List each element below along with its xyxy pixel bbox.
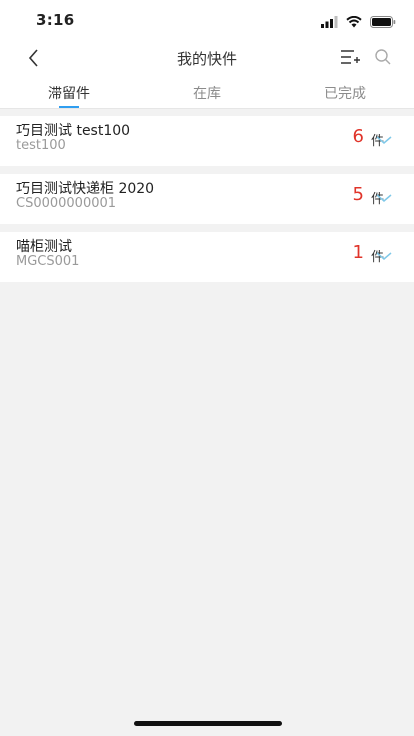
locker-name: 巧目测试快递柜 2020 (16, 181, 155, 197)
tab-completed[interactable]: 已完成 (276, 83, 414, 103)
list-item[interactable]: 喵柜测试 MGCS001 1 件 (0, 232, 414, 282)
active-tab-indicator (59, 106, 79, 108)
tab-stranded[interactable]: 滞留件 (0, 83, 138, 103)
tab-bar: 滞留件 在库 已完成 (0, 76, 414, 109)
chevron-down-icon[interactable] (376, 246, 392, 265)
parcel-count: 5 (352, 184, 364, 205)
locker-name: 喵柜测试 (16, 239, 72, 255)
signal-icon (321, 13, 338, 32)
status-time: 3:16 (36, 11, 75, 29)
locker-code: test100 (16, 138, 66, 153)
nav-actions (340, 48, 392, 70)
status-icons (321, 13, 396, 32)
locker-code: CS0000000001 (16, 196, 117, 211)
locker-code: MGCS001 (16, 254, 80, 269)
add-list-button[interactable] (340, 48, 360, 70)
battery-icon (370, 13, 396, 32)
parcel-list: 巧目测试 test100 test100 6 件 巧目测试快递柜 2020 CS… (0, 116, 414, 290)
tab-in-stock[interactable]: 在库 (138, 83, 276, 103)
list-item[interactable]: 巧目测试快递柜 2020 CS0000000001 5 件 (0, 174, 414, 224)
search-icon (375, 49, 391, 65)
parcel-count: 6 (352, 126, 364, 147)
wifi-icon (346, 13, 362, 32)
status-bar: 3:16 (0, 0, 414, 40)
add-list-icon (341, 50, 360, 64)
list-item[interactable]: 巧目测试 test100 test100 6 件 (0, 116, 414, 166)
chevron-down-icon[interactable] (376, 188, 392, 207)
chevron-down-icon[interactable] (376, 130, 392, 149)
home-indicator[interactable] (134, 721, 282, 726)
search-button[interactable] (374, 48, 392, 70)
locker-name: 巧目测试 test100 (16, 123, 131, 139)
nav-bar: 我的快件 (0, 40, 414, 76)
parcel-count: 1 (352, 242, 364, 263)
